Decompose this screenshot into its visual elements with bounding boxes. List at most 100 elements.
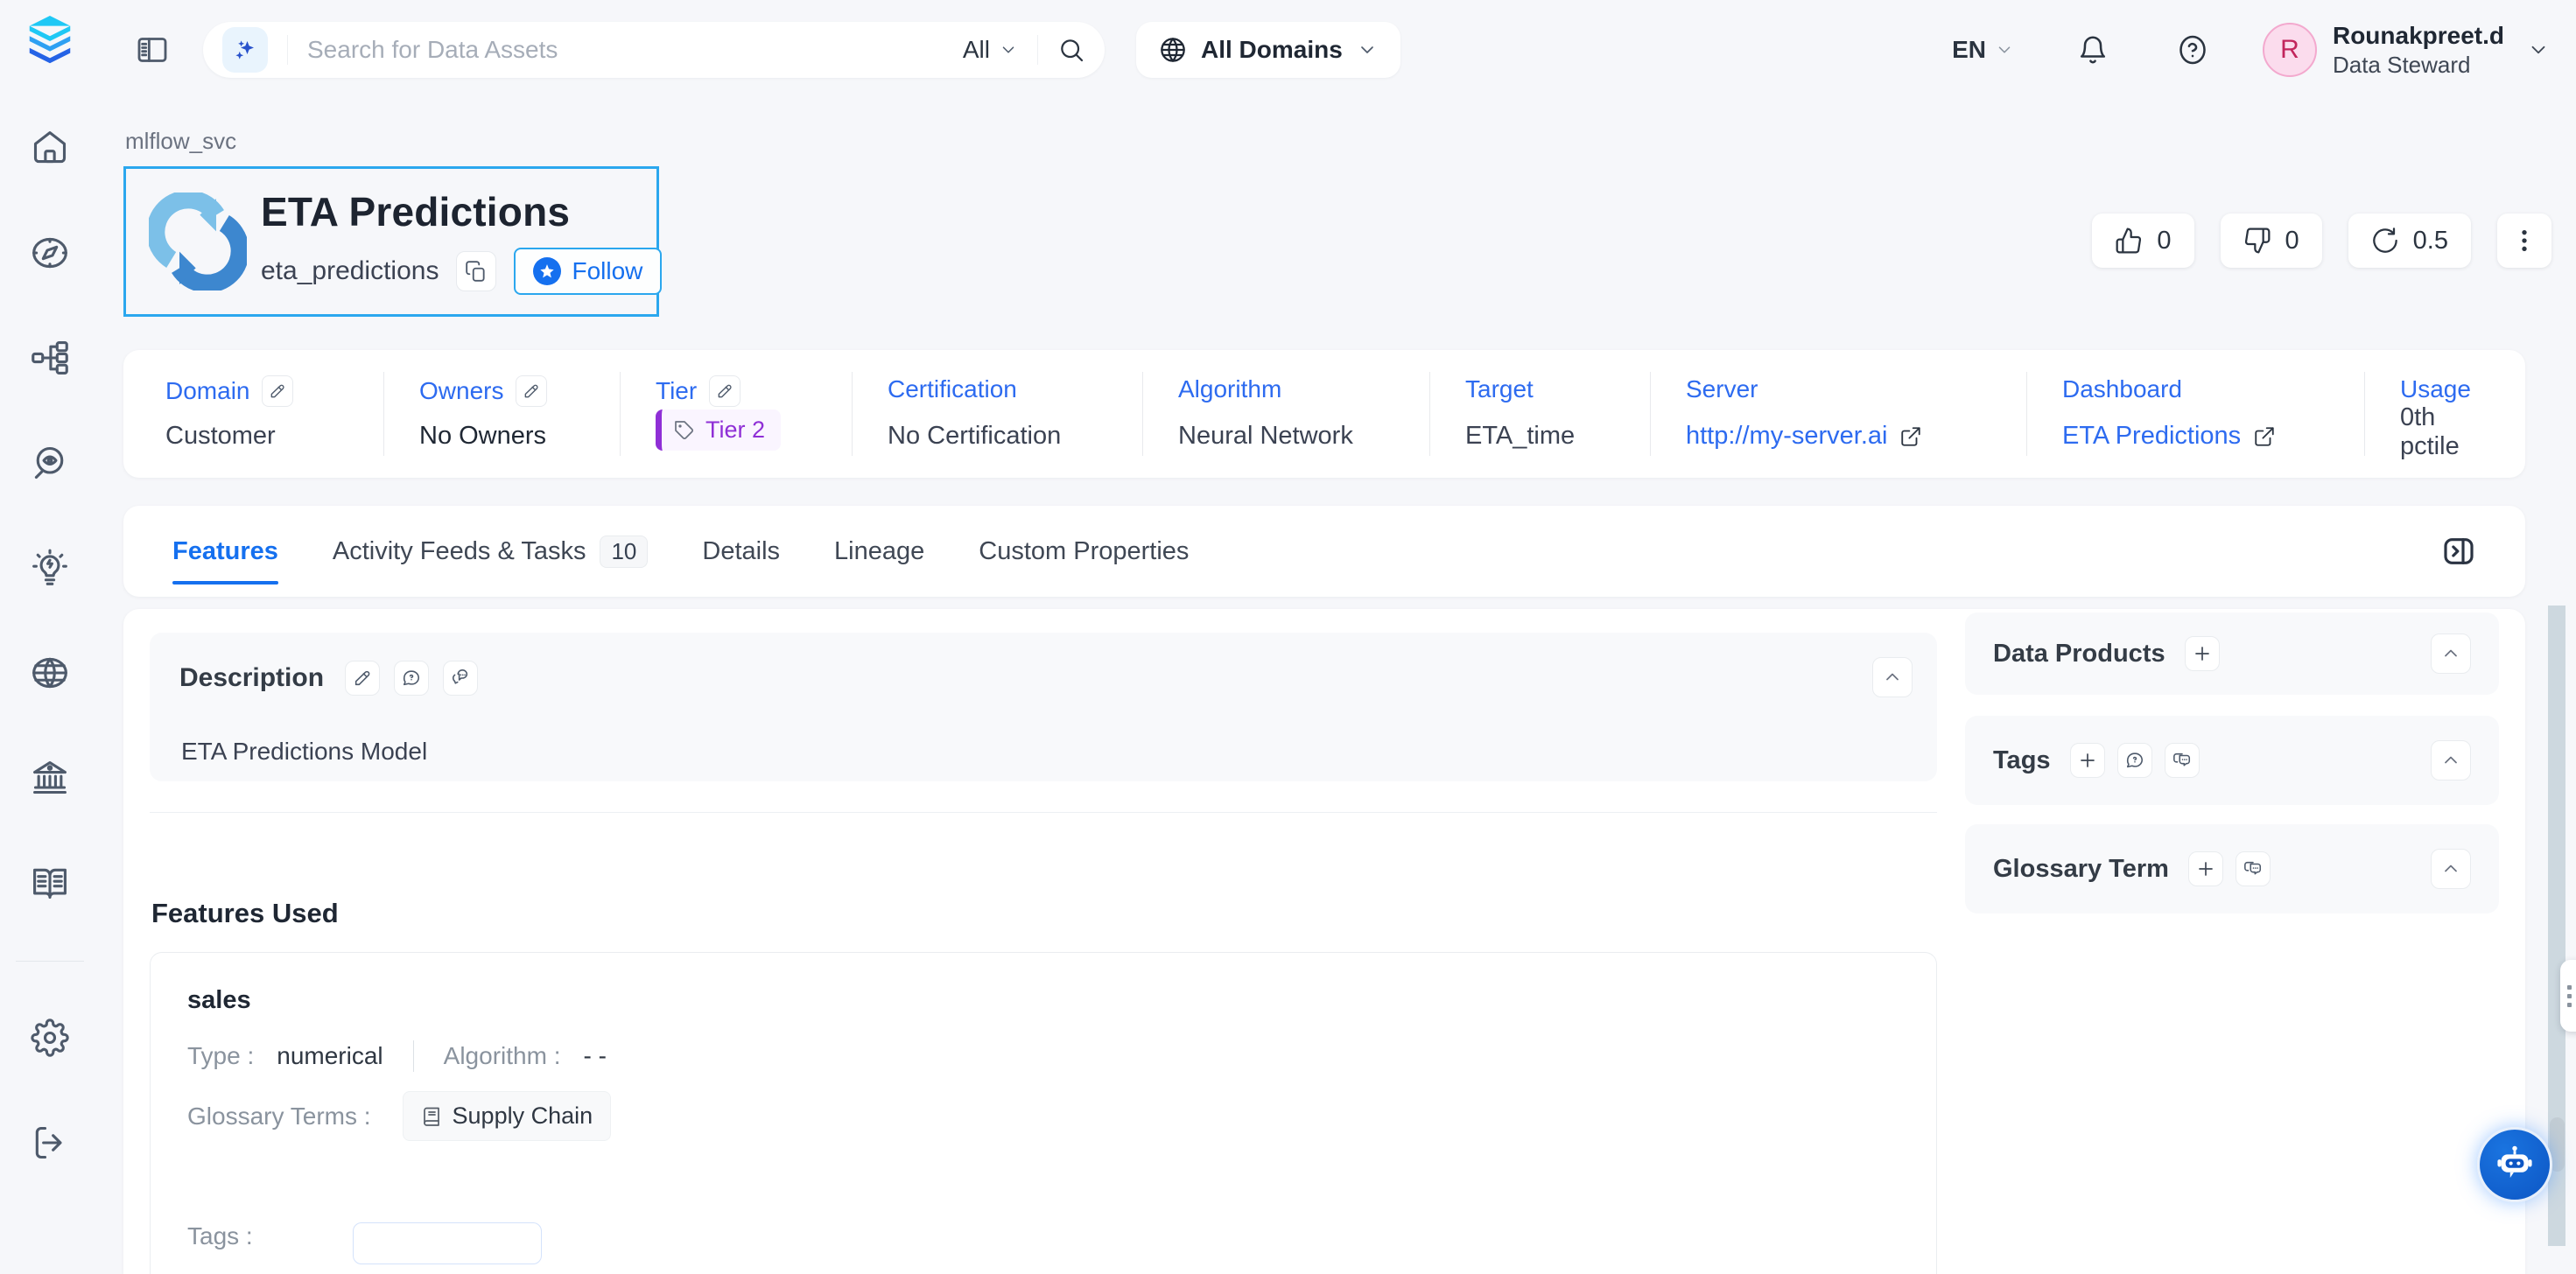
tab-label: Features [172,537,278,566]
meta-owners: Owners No Owners [384,372,621,456]
tags-conversation-button[interactable] [2165,743,2200,778]
logout-icon [31,1124,69,1162]
avatar[interactable]: R [2263,23,2317,77]
edit-description-button[interactable] [345,661,380,696]
request-tags-button[interactable] [2117,743,2152,778]
notifications-button[interactable] [2077,34,2109,66]
feature-card-sales: sales Type : numerical Algorithm : - - G… [150,952,1937,1274]
tab-lineage[interactable]: Lineage [834,506,924,597]
all-domains-dropdown[interactable]: All Domains [1136,22,1400,78]
language-dropdown[interactable]: EN [1952,36,2014,64]
collapse-glossary-term-button[interactable] [2431,849,2471,889]
follow-button[interactable]: Follow [514,248,662,295]
upvote-button[interactable]: 0 [2092,214,2193,268]
edit-owners-button[interactable] [516,375,547,407]
sidebar-item-glossary[interactable] [30,863,70,903]
feature-algorithm-value: - - [583,1042,606,1070]
thumbs-up-icon [2115,227,2143,255]
collapse-description-button[interactable] [1872,657,1913,697]
user-menu-chevron[interactable] [2527,38,2550,61]
sidebar-item-observability[interactable] [30,443,70,483]
tab-features[interactable]: Features [172,506,278,597]
search-scope-dropdown[interactable]: All [963,36,1018,64]
description-title: Description [179,663,324,693]
plus-icon [2077,750,2098,771]
glossary-term-chip[interactable]: Supply Chain [403,1091,612,1141]
add-glossary-term-button[interactable] [2188,851,2223,886]
edit-tier-button[interactable] [709,375,741,407]
add-tag-chip[interactable] [353,1222,542,1264]
tier-value: Tier 2 [705,416,765,444]
sidebar-item-govern[interactable] [30,758,70,798]
version-button[interactable]: 0.5 [2348,214,2471,268]
usage-value: 0th pctile [2400,403,2483,461]
collapse-data-products-button[interactable] [2431,634,2471,674]
sidebar-item-logout[interactable] [30,1123,70,1163]
app-logo-icon[interactable] [23,12,77,70]
user-role: Data Steward [2333,51,2504,80]
sidebar-toggle-button[interactable] [135,32,170,67]
add-data-product-button[interactable] [2185,636,2220,671]
edit-domain-button[interactable] [262,375,293,407]
copy-button[interactable] [456,251,496,291]
glossary-term-card: Glossary Term [1965,824,2499,914]
glossary-book-icon [31,864,69,902]
pencil-icon [353,668,372,688]
data-products-card: Data Products [1965,612,2499,695]
user-menu[interactable]: Rounakpreet.d Data Steward [2333,20,2504,80]
feature-name: sales [187,986,251,1015]
tab-details[interactable]: Details [702,506,780,597]
owners-label: Owners [419,377,503,405]
meta-domain: Domain Customer [165,372,384,456]
tab-label: Details [702,537,780,566]
global-search-bar: All [203,22,1105,78]
pencil-icon [269,382,286,400]
pencil-icon [523,382,540,400]
search-input[interactable] [307,36,963,64]
glossary-conversation-button[interactable] [2236,851,2271,886]
sidebar-item-insights[interactable] [30,548,70,588]
observability-icon [31,444,69,482]
help-button[interactable] [2177,34,2208,66]
collapse-tags-button[interactable] [2431,740,2471,780]
comments-stack-icon [2243,859,2263,878]
plus-icon [2192,643,2213,664]
comment-button[interactable] [394,661,429,696]
search-icon[interactable] [1057,36,1085,64]
sidebar-item-lineage[interactable] [30,338,70,378]
server-link[interactable]: http://my-server.ai [1686,422,1887,451]
panel-collapse-icon [2441,534,2476,569]
more-options-button[interactable] [2497,214,2551,268]
add-tag-button[interactable] [2070,743,2105,778]
sidebar-item-explore[interactable] [30,233,70,273]
domain-value[interactable]: Customer [165,422,383,451]
tab-activity-feeds[interactable]: Activity Feeds & Tasks 10 [333,506,648,597]
target-value: ETA_time [1465,422,1650,451]
ai-search-button[interactable] [222,27,268,73]
tier-label: Tier [656,377,697,405]
widget-drag-handle[interactable] [2560,960,2576,1032]
dashboard-label: Dashboard [2062,375,2182,403]
entity-title-box: ETA Predictions eta_predictions Follow [123,166,659,317]
sidebar-item-settings[interactable] [30,1018,70,1058]
chevron-up-icon [2440,858,2461,879]
sidebar-item-domains[interactable] [30,653,70,693]
chatbot-button[interactable] [2477,1127,2552,1202]
tab-label: Activity Feeds & Tasks [333,537,586,566]
grip-icon [2567,985,2576,1007]
tab-custom-properties[interactable]: Custom Properties [979,506,1189,597]
dashboard-link[interactable]: ETA Predictions [2062,422,2241,451]
meta-algorithm: Algorithm Neural Network [1143,372,1430,456]
chevron-up-icon [2440,643,2461,664]
feature-type-label: Type : [187,1042,254,1070]
copy-icon [465,260,488,283]
tier-badge[interactable]: Tier 2 [656,410,781,451]
breadcrumb[interactable]: mlflow_svc [125,128,236,155]
request-update-button[interactable] [443,661,478,696]
sidebar-item-home[interactable] [30,128,70,168]
govern-bank-icon [31,759,69,797]
domain-label: Domain [165,377,249,405]
plus-icon [2195,858,2216,879]
downvote-button[interactable]: 0 [2221,214,2322,268]
collapse-right-panel-button[interactable] [2441,534,2476,569]
